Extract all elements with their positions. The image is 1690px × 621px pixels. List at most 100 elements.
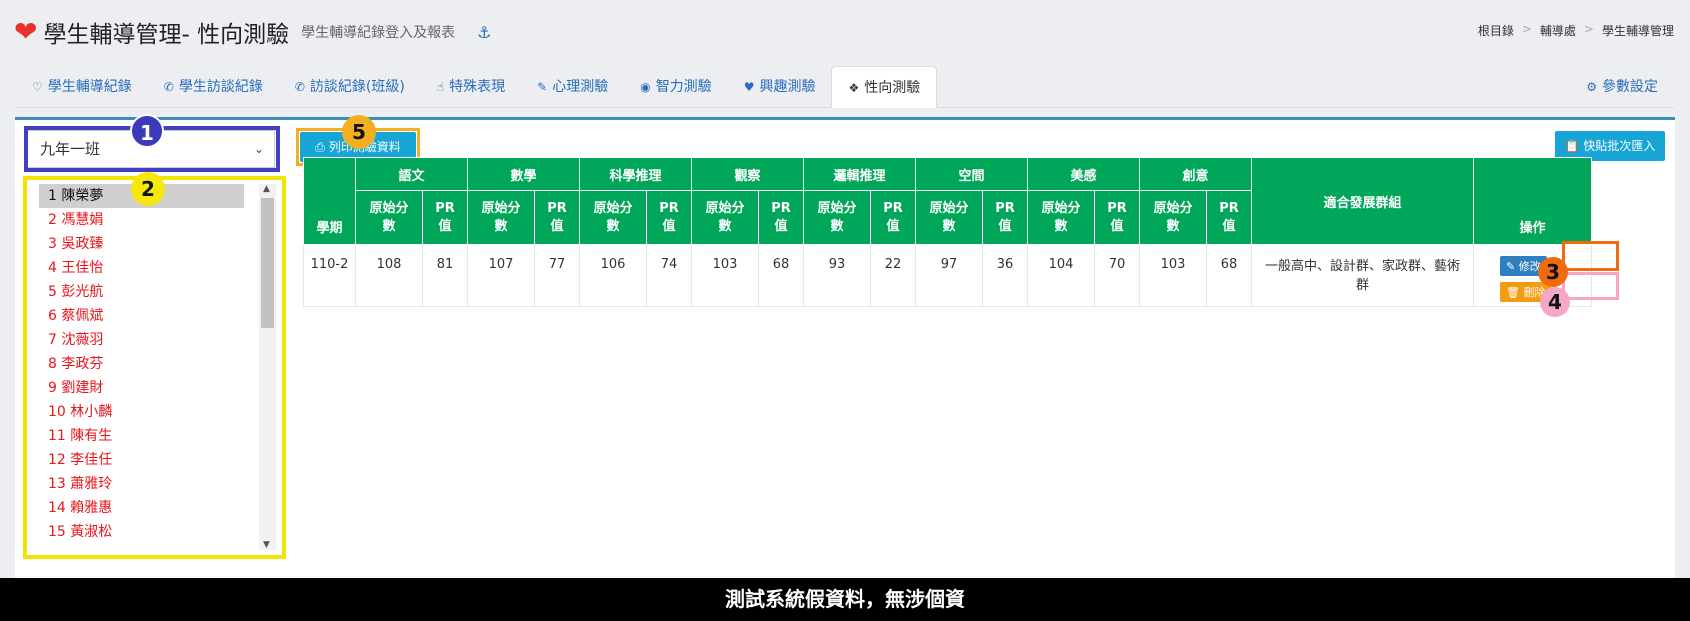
subject-header: 邏輯推理 (803, 157, 916, 191)
paste-button-label: 快貼批次匯入 (1583, 139, 1656, 153)
subject-header: 創意 (1139, 157, 1252, 191)
phone-wave-icon: ✆ (294, 80, 305, 94)
edit-icon: ✎ (1506, 260, 1516, 273)
edit-icon: ✎ (537, 80, 548, 94)
raw-score-header: 原始分數 (1139, 190, 1207, 245)
score-cell: 68 (1206, 244, 1252, 307)
tab-student-interview[interactable]: ✆ 學生訪談紀錄 (148, 66, 279, 108)
score-cell: 77 (534, 244, 580, 307)
tab-label: 心理測驗 (552, 79, 609, 95)
score-cell: 70 (1094, 244, 1140, 307)
raw-score-header: 原始分數 (803, 190, 871, 245)
heart-icon: ❤ (14, 15, 38, 48)
phone-icon: ✆ (163, 80, 174, 94)
step-badge-2: 2 (131, 172, 165, 206)
action-header: 操作 (1473, 157, 1592, 245)
score-cell: 97 (915, 244, 983, 307)
tab-label: 特殊表現 (449, 79, 506, 95)
pr-header: PR值 (1094, 190, 1140, 245)
raw-score-header: 原始分數 (1027, 190, 1095, 245)
table-row: 110-2 108 81 107 77 106 74 103 68 93 22 … (303, 244, 1592, 307)
page-title: 學生輔導管理- 性向測驗 (43, 22, 290, 48)
tab-iq-test[interactable]: ◉ 智力測驗 (624, 66, 727, 108)
pr-header: PR值 (534, 190, 580, 245)
step-badge-4: 4 (1540, 287, 1570, 317)
group-cell: 一般高中、設計群、家政群、藝術群 (1251, 244, 1474, 307)
breadcrumb-separator: > (1583, 22, 1594, 36)
score-cell: 104 (1027, 244, 1095, 307)
tab-interest-test[interactable]: ♥ 興趣測驗 (728, 66, 832, 108)
highlight-box-3 (1562, 241, 1619, 271)
tab-label: 性向測驗 (864, 80, 921, 96)
step-badge-5: 5 (342, 115, 376, 149)
heart-outline-icon: ♡ (32, 80, 43, 94)
thumbs-up-icon: ☝ (436, 80, 445, 94)
clipboard-icon: 📋 (1564, 139, 1580, 153)
main-panel: 九年一班 ⌄ 1 陳榮夢 2 馮慧娟 3 吳政臻 4 王佳怡 5 彭光航 6 蔡… (15, 114, 1675, 579)
step-badge-1: 1 (130, 114, 164, 148)
raw-score-header: 原始分數 (915, 190, 983, 245)
tab-counseling-record[interactable]: ♡ 學生輔導紀錄 (16, 66, 148, 108)
subject-header: 空間 (915, 157, 1028, 191)
subject-header: 美感 (1027, 157, 1140, 191)
tab-label: 參數設定 (1602, 79, 1658, 95)
score-cell: 106 (579, 244, 647, 307)
score-cell: 103 (1139, 244, 1207, 307)
pr-header: PR值 (422, 190, 468, 245)
score-cell: 103 (691, 244, 759, 307)
tab-label: 興趣測驗 (759, 79, 816, 95)
breadcrumb-item[interactable]: 輔導處 (1540, 22, 1576, 39)
subject-header: 科學推理 (579, 157, 692, 191)
breadcrumb-item[interactable]: 根目錄 (1478, 22, 1514, 39)
breadcrumb-item: 學生輔導管理 (1601, 24, 1674, 38)
tab-settings[interactable]: ⚙ 參數設定 (1570, 66, 1674, 108)
tab-special-performance[interactable]: ☝ 特殊表現 (421, 66, 521, 108)
highlight-box-2 (23, 176, 286, 559)
cubes-icon: ❖ (848, 81, 860, 95)
page-subtitle: 學生輔導紀錄登入及報表 (301, 25, 456, 41)
score-cell: 81 (422, 244, 468, 307)
raw-score-header: 原始分數 (355, 190, 423, 245)
subject-header: 觀察 (691, 157, 804, 191)
page-header: ❤ 學生輔導管理- 性向測驗 學生輔導紀錄登入及報表 ⚓ (14, 12, 491, 52)
raw-score-header: 原始分數 (691, 190, 759, 245)
group-header: 適合發展群組 (1251, 157, 1474, 245)
score-cell: 74 (646, 244, 692, 307)
pr-header: PR值 (758, 190, 804, 245)
gear-icon: ⚙ (1586, 80, 1597, 94)
tab-bar: ♡ 學生輔導紀錄 ✆ 學生訪談紀錄 ✆ 訪談紀錄(班級) ☝ 特殊表現 ✎ 心理測驗 ◉ 智… (16, 66, 1674, 108)
term-cell: 110-2 (303, 244, 356, 307)
trash-icon: 🗑 (1506, 286, 1520, 299)
score-cell: 107 (467, 244, 535, 307)
tab-psych-test[interactable]: ✎ 心理測驗 (521, 66, 624, 108)
pr-header: PR值 (646, 190, 692, 245)
tab-label: 學生輔導紀錄 (47, 79, 132, 95)
breadcrumb-separator: > (1521, 22, 1532, 36)
subject-header: 語文 (355, 157, 468, 191)
tab-label: 訪談紀錄(班級) (309, 79, 405, 95)
aptitude-table: 學期 語文 數學 科學推理 觀察 邏輯推理 空間 美感 創意 適合發展群組 操作… (303, 157, 1592, 307)
raw-score-header: 原始分數 (467, 190, 535, 245)
score-cell: 68 (758, 244, 804, 307)
step-badge-3: 3 (1538, 257, 1568, 287)
breadcrumb: 根目錄 > 輔導處 > 學生輔導管理 (1478, 22, 1674, 39)
tab-aptitude-test[interactable]: ❖ 性向測驗 (831, 66, 938, 108)
score-cell: 22 (870, 244, 916, 307)
term-header: 學期 (303, 157, 356, 245)
score-cell: 36 (982, 244, 1028, 307)
eye-icon: ◉ (640, 80, 651, 94)
raw-score-header: 原始分數 (579, 190, 647, 245)
score-cell: 93 (803, 244, 871, 307)
tab-label: 智力測驗 (655, 79, 712, 95)
heartbeat-icon: ♥ (743, 80, 755, 94)
tab-class-interview[interactable]: ✆ 訪談紀錄(班級) (279, 66, 421, 108)
subject-header: 數學 (467, 157, 580, 191)
score-cell: 108 (355, 244, 423, 307)
disclaimer-banner: 測試系統假資料，無涉個資 (0, 578, 1690, 621)
tab-label: 學生訪談紀錄 (178, 79, 263, 95)
anchor-icon[interactable]: ⚓ (477, 23, 491, 42)
pr-header: PR值 (870, 190, 916, 245)
highlight-box-4 (1562, 272, 1619, 300)
pr-header: PR值 (982, 190, 1028, 245)
pr-header: PR值 (1206, 190, 1252, 245)
